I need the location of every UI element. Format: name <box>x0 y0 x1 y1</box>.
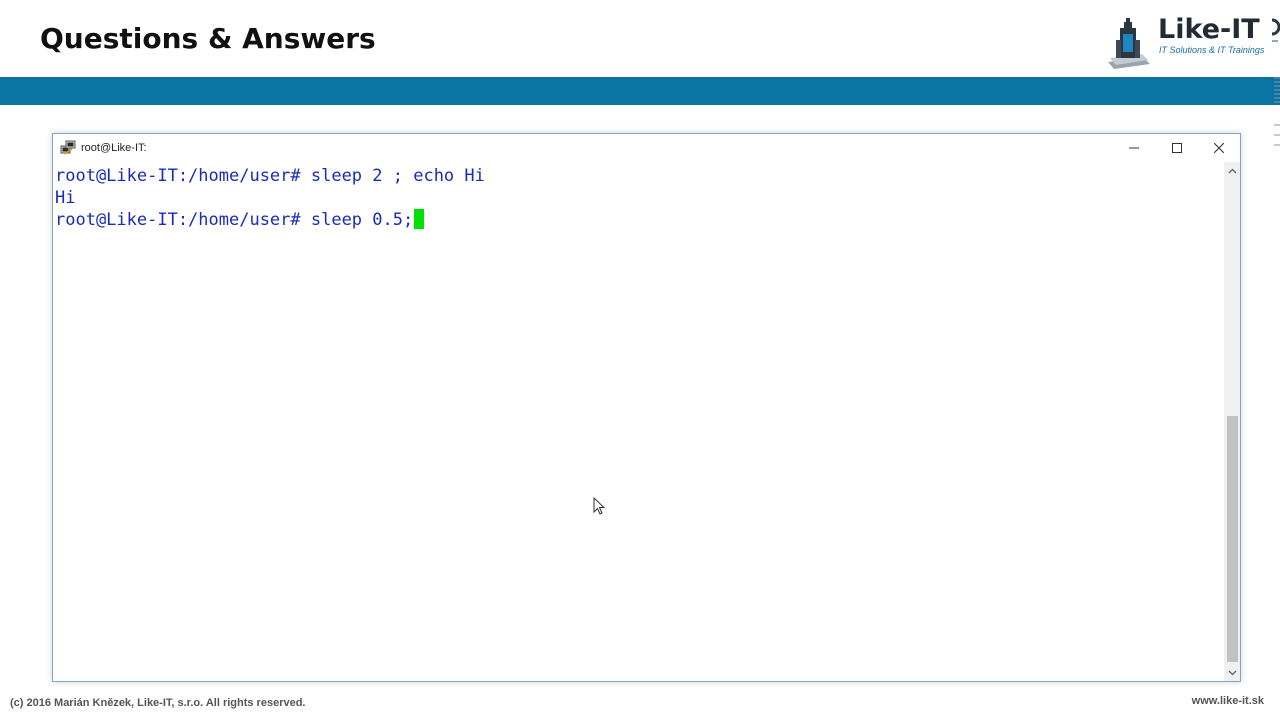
scroll-down-button[interactable] <box>1224 664 1240 681</box>
mouse-pointer-icon <box>593 497 606 515</box>
window-title: root@Like-IT: <box>81 142 147 154</box>
minimize-button[interactable] <box>1112 134 1156 162</box>
website-link[interactable]: www.like-it.sk <box>1192 695 1264 707</box>
scroll-up-button[interactable] <box>1224 162 1240 179</box>
terminal-prompt-line[interactable]: root@Like-IT:/home/user# sleep 0.5; <box>55 209 425 231</box>
terminal-line: root@Like-IT:/home/user# sleep 2 ; echo … <box>55 166 485 186</box>
terminal-window[interactable]: root@Like-IT: root@Like-IT:/home/user# s… <box>52 133 1241 682</box>
text-cursor <box>414 209 425 229</box>
secondary-logo-fragment <box>1270 16 1280 46</box>
terminal-line: Hi <box>55 188 76 208</box>
chevron-down-icon <box>1228 670 1236 675</box>
like-it-logo: Like-IT IT Solutions & IT Trainings <box>1104 14 1280 70</box>
putty-icon <box>60 140 76 155</box>
copyright-notice: (c) 2016 Marián Knězek, Like-IT, s.r.o. … <box>10 697 306 709</box>
window-titlebar[interactable]: root@Like-IT: <box>53 134 1240 162</box>
maximize-button[interactable] <box>1155 134 1199 162</box>
edge-decoration <box>1274 124 1280 154</box>
header-band <box>0 77 1280 105</box>
terminal-output[interactable]: root@Like-IT:/home/user# sleep 2 ; echo … <box>54 162 1224 680</box>
logo-name: Like-IT <box>1158 14 1260 45</box>
chevron-up-icon <box>1228 168 1236 173</box>
maximize-icon <box>1172 143 1182 153</box>
close-icon <box>1214 143 1224 153</box>
logo-tagline: IT Solutions & IT Trainings <box>1159 45 1265 55</box>
vertical-scrollbar[interactable] <box>1224 162 1240 681</box>
terminal-command: root@Like-IT:/home/user# sleep 0.5; <box>55 210 414 230</box>
scrollbar-thumb[interactable] <box>1227 416 1238 662</box>
close-button[interactable] <box>1197 134 1241 162</box>
slide-title: Questions & Answers <box>40 22 376 55</box>
header-band-edge <box>1274 77 1280 105</box>
minimize-icon <box>1129 147 1139 149</box>
presentation-slide: Questions & Answers Like-IT IT Solutions… <box>0 0 1280 720</box>
building-logo-icon <box>1108 18 1150 69</box>
